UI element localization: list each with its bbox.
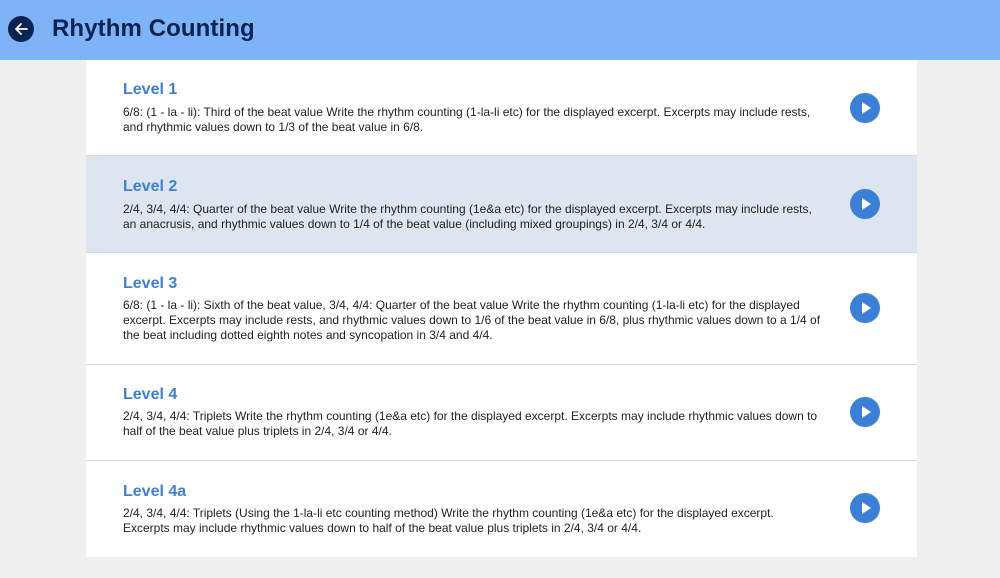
level-description: 2/4, 3/4, 4/4: Quarter of the beat value… (123, 202, 812, 231)
play-icon (862, 198, 871, 210)
page-title: Rhythm Counting (52, 15, 255, 42)
level-title: Level 1 (123, 81, 178, 98)
app-header: Rhythm Counting (0, 0, 1000, 60)
level-title: Level 2 (123, 178, 178, 195)
play-icon (862, 406, 871, 418)
level-title: Level 3 (123, 275, 178, 292)
play-icon (862, 302, 871, 314)
level-title: Level 4a (123, 483, 187, 500)
level-description: 6/8: (1 - la - li): Sixth of the beat va… (123, 298, 821, 342)
level-item-4a[interactable]: Level 4a 2/4, 3/4, 4/4: Triplets (Using … (86, 461, 917, 557)
level-list: Level 1 6/8: (1 - la - li): Third of the… (86, 60, 917, 557)
level-item-2[interactable]: Level 2 2/4, 3/4, 4/4: Quarter of the be… (86, 156, 917, 253)
level-item-3[interactable]: Level 3 6/8: (1 - la - li): Sixth of the… (86, 253, 917, 365)
level-item-4[interactable]: Level 4 2/4, 3/4, 4/4: Triplets Write th… (86, 365, 917, 461)
level-description: 6/8: (1 - la - li): Third of the beat va… (123, 105, 811, 134)
play-icon (862, 502, 871, 514)
play-button[interactable] (850, 293, 880, 323)
level-description: 2/4, 3/4, 4/4: Triplets Write the rhythm… (123, 409, 818, 438)
play-icon (862, 102, 871, 114)
play-button[interactable] (850, 397, 880, 427)
back-button[interactable] (8, 16, 34, 42)
play-button[interactable] (850, 189, 880, 219)
level-item-1[interactable]: Level 1 6/8: (1 - la - li): Third of the… (86, 60, 917, 156)
level-description: 2/4, 3/4, 4/4: Triplets (Using the 1-la-… (123, 506, 774, 535)
level-title: Level 4 (123, 386, 178, 403)
play-button[interactable] (850, 93, 880, 123)
arrow-left-icon (15, 23, 28, 35)
play-button[interactable] (850, 493, 880, 523)
